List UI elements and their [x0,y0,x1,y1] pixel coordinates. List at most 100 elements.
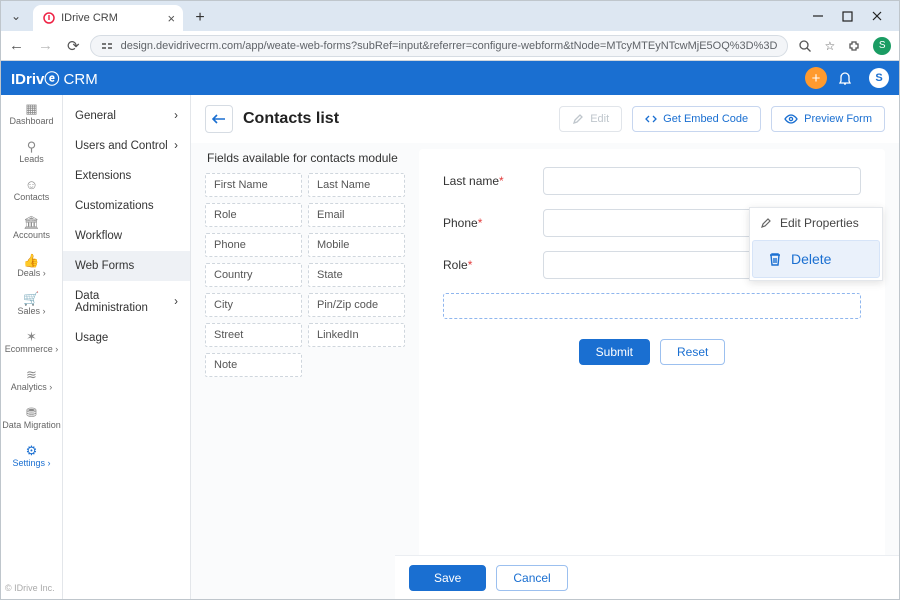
tab-title: IDrive CRM [61,12,118,24]
fields-palette: Fields available for contacts module Fir… [205,149,405,599]
pencil-icon [572,113,584,125]
field-chip[interactable]: Phone [205,233,302,257]
nav-accounts[interactable]: 🏛Accounts [1,209,62,247]
nav-settings[interactable]: ⚙Settings › [1,437,62,475]
close-icon[interactable]: × [167,11,175,26]
snav-extensions[interactable]: Extensions [63,161,190,191]
form-label: Last name* [443,174,543,188]
snav-data-admin[interactable]: Data Administration› [63,281,190,323]
submit-button[interactable]: Submit [579,339,650,365]
browser-toolbar: ← → ⟳ design.devidrivecrm.com/app/weate-… [1,31,899,61]
brand-logo[interactable]: IDrivⓔ CRM [11,68,98,89]
accounts-icon: 🏛 [23,216,40,229]
browser-tab[interactable]: IDrive CRM × [33,5,183,31]
field-chip[interactable]: First Name [205,173,302,197]
browser-tabstrip: ⌄ IDrive CRM × + [1,1,899,31]
add-button[interactable]: + [805,67,827,89]
nav-sales[interactable]: 🛒Sales › [1,285,62,323]
window-close-icon[interactable] [871,10,883,22]
nav-leads[interactable]: ⚲Leads [1,133,62,171]
notifications-icon[interactable] [837,70,859,86]
nav-reload-icon[interactable]: ⟳ [67,37,80,55]
page-header: Contacts list Edit Get Embed Code Previe… [191,95,899,143]
window-maximize-icon[interactable] [842,10,853,22]
nav-analytics[interactable]: ≋Analytics › [1,361,62,399]
bookmark-icon[interactable]: ☆ [824,39,835,53]
field-chip[interactable]: LinkedIn [308,323,405,347]
nav-data-migration[interactable]: ⛃Data Migration [1,399,62,437]
field-drop-zone[interactable] [443,293,861,319]
nav-back-icon[interactable]: ← [9,37,24,55]
field-chip[interactable]: State [308,263,405,287]
fields-title: Fields available for contacts module [207,151,405,165]
ecommerce-icon: ✶ [26,330,37,343]
field-chip[interactable]: Last Name [308,173,405,197]
address-bar[interactable]: design.devidrivecrm.com/app/weate-web-fo… [90,35,789,57]
app-body: ▦Dashboard ⚲Leads ☺Contacts 🏛Accounts 👍D… [1,95,899,599]
field-chip[interactable]: Pin/Zip code [308,293,405,317]
field-context-menu: Edit Properties Delete [749,207,883,281]
field-chip[interactable]: Email [308,203,405,227]
field-chip[interactable]: Mobile [308,233,405,257]
tab-dropdown-icon[interactable]: ⌄ [5,9,27,23]
primary-nav: ▦Dashboard ⚲Leads ☺Contacts 🏛Accounts 👍D… [1,95,63,599]
eye-icon [784,113,798,125]
app-root: IDrivⓔ CRM + S ▦Dashboard ⚲Leads ☺Contac… [1,61,899,599]
field-chip[interactable]: Role [205,203,302,227]
extensions-icon[interactable] [847,39,861,53]
profile-avatar[interactable]: S [873,37,891,55]
page-title: Contacts list [243,110,549,128]
deals-icon: 👍 [23,254,39,267]
nav-dashboard[interactable]: ▦Dashboard [1,95,62,133]
form-row-last-name: Last name* [443,167,861,195]
dashboard-icon: ▦ [25,102,37,115]
data-migration-icon: ⛃ [26,406,37,419]
field-chip[interactable]: City [205,293,302,317]
nav-deals[interactable]: 👍Deals › [1,247,62,285]
form-preview: Last name* Phone* ⋮ Role* [419,149,885,599]
back-button[interactable] [205,105,233,133]
gear-icon: ⚙ [26,444,38,457]
content-area: Contacts list Edit Get Embed Code Previe… [191,95,899,599]
snav-customizations[interactable]: Customizations [63,191,190,221]
field-chip[interactable]: Country [205,263,302,287]
user-avatar[interactable]: S [869,68,889,88]
chevron-right-icon: › [174,296,178,308]
snav-workflow[interactable]: Workflow [63,221,190,251]
required-mark: * [478,216,483,230]
last-name-input[interactable] [543,167,861,195]
sales-icon: 🛒 [23,292,39,305]
nav-forward-icon[interactable]: → [38,37,53,55]
window-minimize-icon[interactable] [812,10,824,22]
nav-ecommerce[interactable]: ✶Ecommerce › [1,323,62,361]
chevron-right-icon: › [174,110,178,122]
menu-edit-properties[interactable]: Edit Properties [750,208,882,238]
app-header: IDrivⓔ CRM + S [1,61,899,95]
brand-prefix: IDriv [11,71,44,88]
form-actions: Submit Reset [443,335,861,381]
copyright: © IDrive Inc. [1,577,62,599]
site-controls-icon[interactable] [101,40,113,52]
browser-window: ⌄ IDrive CRM × + ← → ⟳ design.devidrivec… [0,0,900,600]
page-footer: Save Cancel [395,555,899,599]
nav-contacts[interactable]: ☺Contacts [1,171,62,209]
new-tab-button[interactable]: + [189,7,211,29]
save-button[interactable]: Save [409,565,486,591]
preview-form-button[interactable]: Preview Form [771,106,885,132]
brand-suffix: CRM [59,71,97,88]
required-mark: * [499,174,504,188]
edit-button[interactable]: Edit [559,106,622,132]
menu-delete[interactable]: Delete [752,240,880,278]
snav-users-control[interactable]: Users and Control› [63,131,190,161]
cancel-button[interactable]: Cancel [496,565,567,591]
snav-web-forms[interactable]: Web Forms [63,251,190,281]
field-chip[interactable]: Street [205,323,302,347]
analytics-icon: ≋ [26,368,37,381]
code-icon [645,113,657,125]
get-embed-button[interactable]: Get Embed Code [632,106,761,132]
snav-usage[interactable]: Usage [63,323,190,353]
zoom-icon[interactable] [798,39,812,53]
snav-general[interactable]: General› [63,101,190,131]
field-chip[interactable]: Note [205,353,302,377]
reset-button[interactable]: Reset [660,339,725,365]
